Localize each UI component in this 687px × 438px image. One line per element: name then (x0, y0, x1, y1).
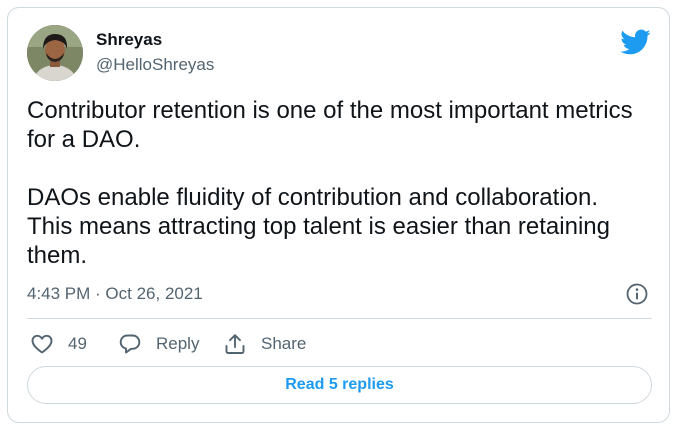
tweet-paragraph: DAOs enable fluidity of contribution and… (27, 184, 610, 269)
share-label: Share (261, 334, 307, 353)
tweet-card: Shreyas @HelloShreyas Contributor retent… (7, 7, 670, 423)
avatar-photo (27, 25, 83, 81)
heart-icon (31, 334, 53, 354)
like-count: 49 (68, 334, 87, 353)
author-name[interactable]: Shreyas (96, 30, 162, 50)
reply-label: Reply (156, 334, 200, 353)
reply-bubble-icon (119, 334, 141, 354)
author-avatar[interactable] (27, 25, 83, 81)
divider (27, 318, 652, 319)
tweet-timestamp[interactable]: 4:43 PM · Oct 26, 2021 (27, 284, 203, 304)
read-replies-label: Read 5 replies (285, 376, 394, 393)
like-button[interactable]: 49 (30, 331, 87, 357)
author-handle[interactable]: @HelloShreyas (96, 55, 214, 75)
reply-button[interactable]: Reply (118, 331, 199, 357)
info-icon[interactable] (625, 282, 649, 306)
tweet-text: Contributor retention is one of the most… (27, 96, 647, 270)
twitter-bird-icon[interactable] (619, 26, 651, 58)
tweet-paragraph: Contributor retention is one of the most… (27, 97, 633, 153)
read-replies-button[interactable]: Read 5 replies (27, 366, 652, 404)
share-upload-icon (225, 334, 245, 354)
share-button[interactable]: Share (223, 331, 306, 357)
